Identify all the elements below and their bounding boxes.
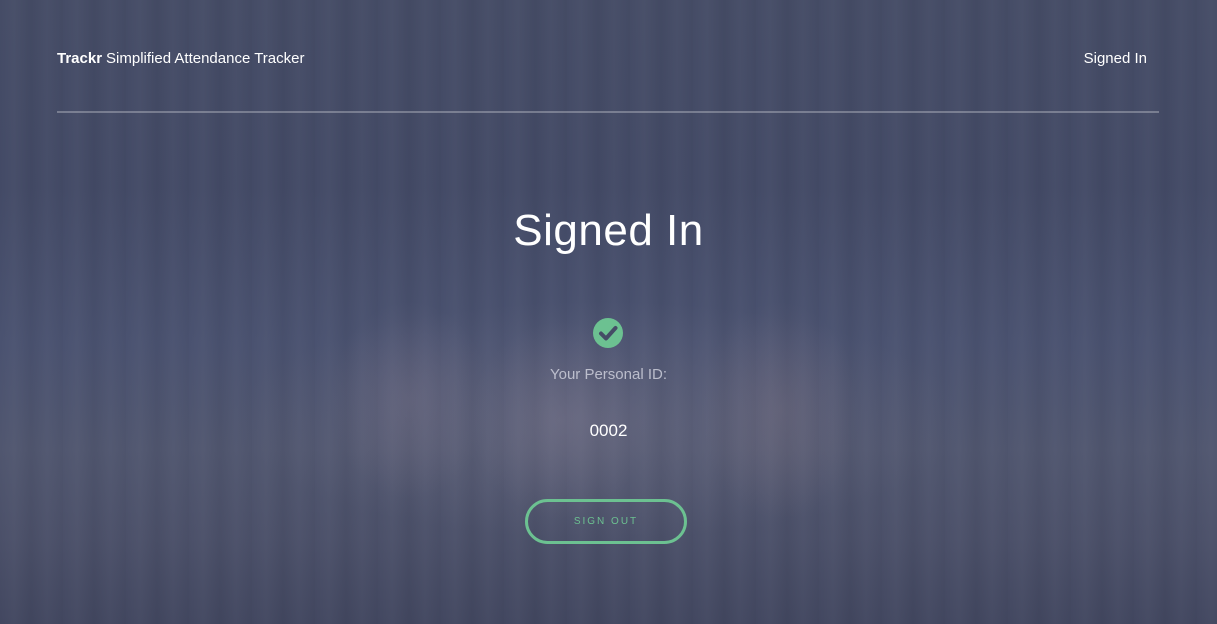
background-glow: [330, 300, 490, 500]
brand[interactable]: Trackr Simplified Attendance Tracker: [57, 50, 304, 67]
brand-name: Trackr: [57, 49, 103, 67]
top-header: Trackr Simplified Attendance Tracker Sign…: [57, 46, 1159, 70]
personal-id-label: Your Personal ID:: [549, 366, 667, 383]
page-title: Signed In: [513, 206, 704, 255]
background-glow: [470, 320, 650, 520]
sign-out-button[interactable]: SIGN OUT: [525, 499, 687, 544]
check-circle-icon: [593, 318, 623, 348]
nav-signed-in-link[interactable]: Signed In: [1084, 50, 1147, 67]
brand-tagline: Simplified Attendance Tracker: [106, 49, 305, 67]
background-glow: [700, 300, 860, 520]
header-divider: [57, 111, 1159, 113]
personal-id-value: 0002: [589, 421, 628, 440]
